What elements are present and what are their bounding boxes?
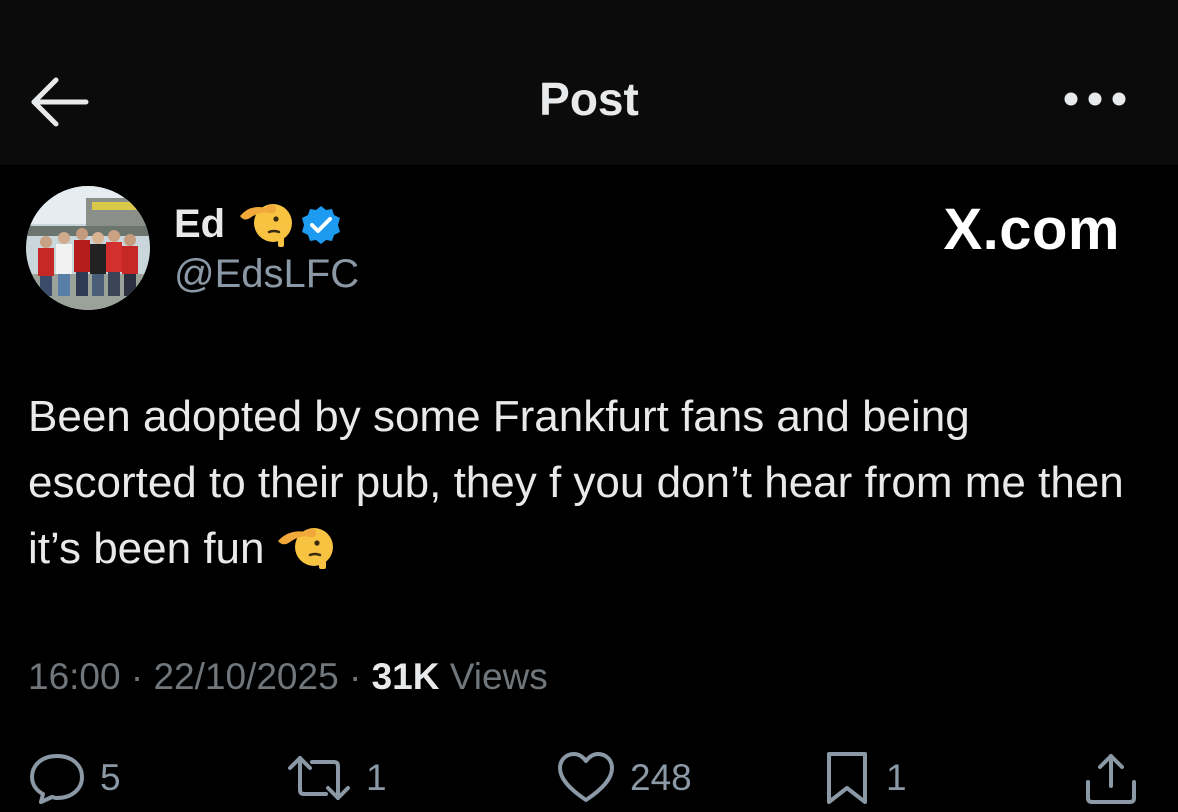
verified-badge-icon — [302, 206, 340, 244]
author-handle[interactable]: @EdsLFC — [174, 252, 359, 297]
repost-count: 1 — [366, 757, 387, 798]
bookmark-button[interactable]: 1 — [822, 750, 907, 806]
post-text: Been adopted by some Frankfurt fans and … — [28, 384, 1148, 582]
share-button[interactable] — [1082, 750, 1140, 806]
post-time: 16:00 — [28, 656, 121, 697]
saluting-face-emoji-icon — [240, 204, 292, 247]
bookmark-count: 1 — [886, 757, 907, 798]
like-button[interactable]: 248 — [556, 750, 692, 806]
watermark-text: X.com — [943, 197, 1120, 262]
meta-separator: · — [130, 656, 144, 697]
share-icon — [1086, 754, 1136, 804]
author-display-name[interactable]: Ed — [174, 202, 225, 247]
saluting-face-emoji-icon — [278, 528, 334, 569]
avatar[interactable] — [26, 186, 150, 310]
like-count: 248 — [630, 757, 692, 798]
bookmark-icon — [827, 752, 867, 804]
heart-icon — [558, 752, 614, 802]
repost-icon — [288, 756, 350, 800]
post-meta: 16:00 · 22/10/2025 · 31K Views — [28, 656, 548, 698]
post-date: 22/10/2025 — [153, 656, 339, 697]
more-options-button[interactable] — [1060, 86, 1130, 112]
meta-separator: · — [348, 656, 362, 697]
reply-icon — [30, 754, 84, 804]
more-horizontal-icon — [1064, 92, 1126, 106]
top-bar: Post — [0, 0, 1178, 165]
post-body: Been adopted by some Frankfurt fans and … — [28, 392, 1124, 573]
reply-button[interactable]: 5 — [28, 750, 121, 806]
page-title: Post — [539, 73, 639, 125]
views-count[interactable]: 31K — [372, 656, 440, 697]
repost-button[interactable]: 1 — [286, 750, 387, 806]
views-label: Views — [449, 656, 548, 697]
reply-count: 5 — [100, 757, 121, 798]
